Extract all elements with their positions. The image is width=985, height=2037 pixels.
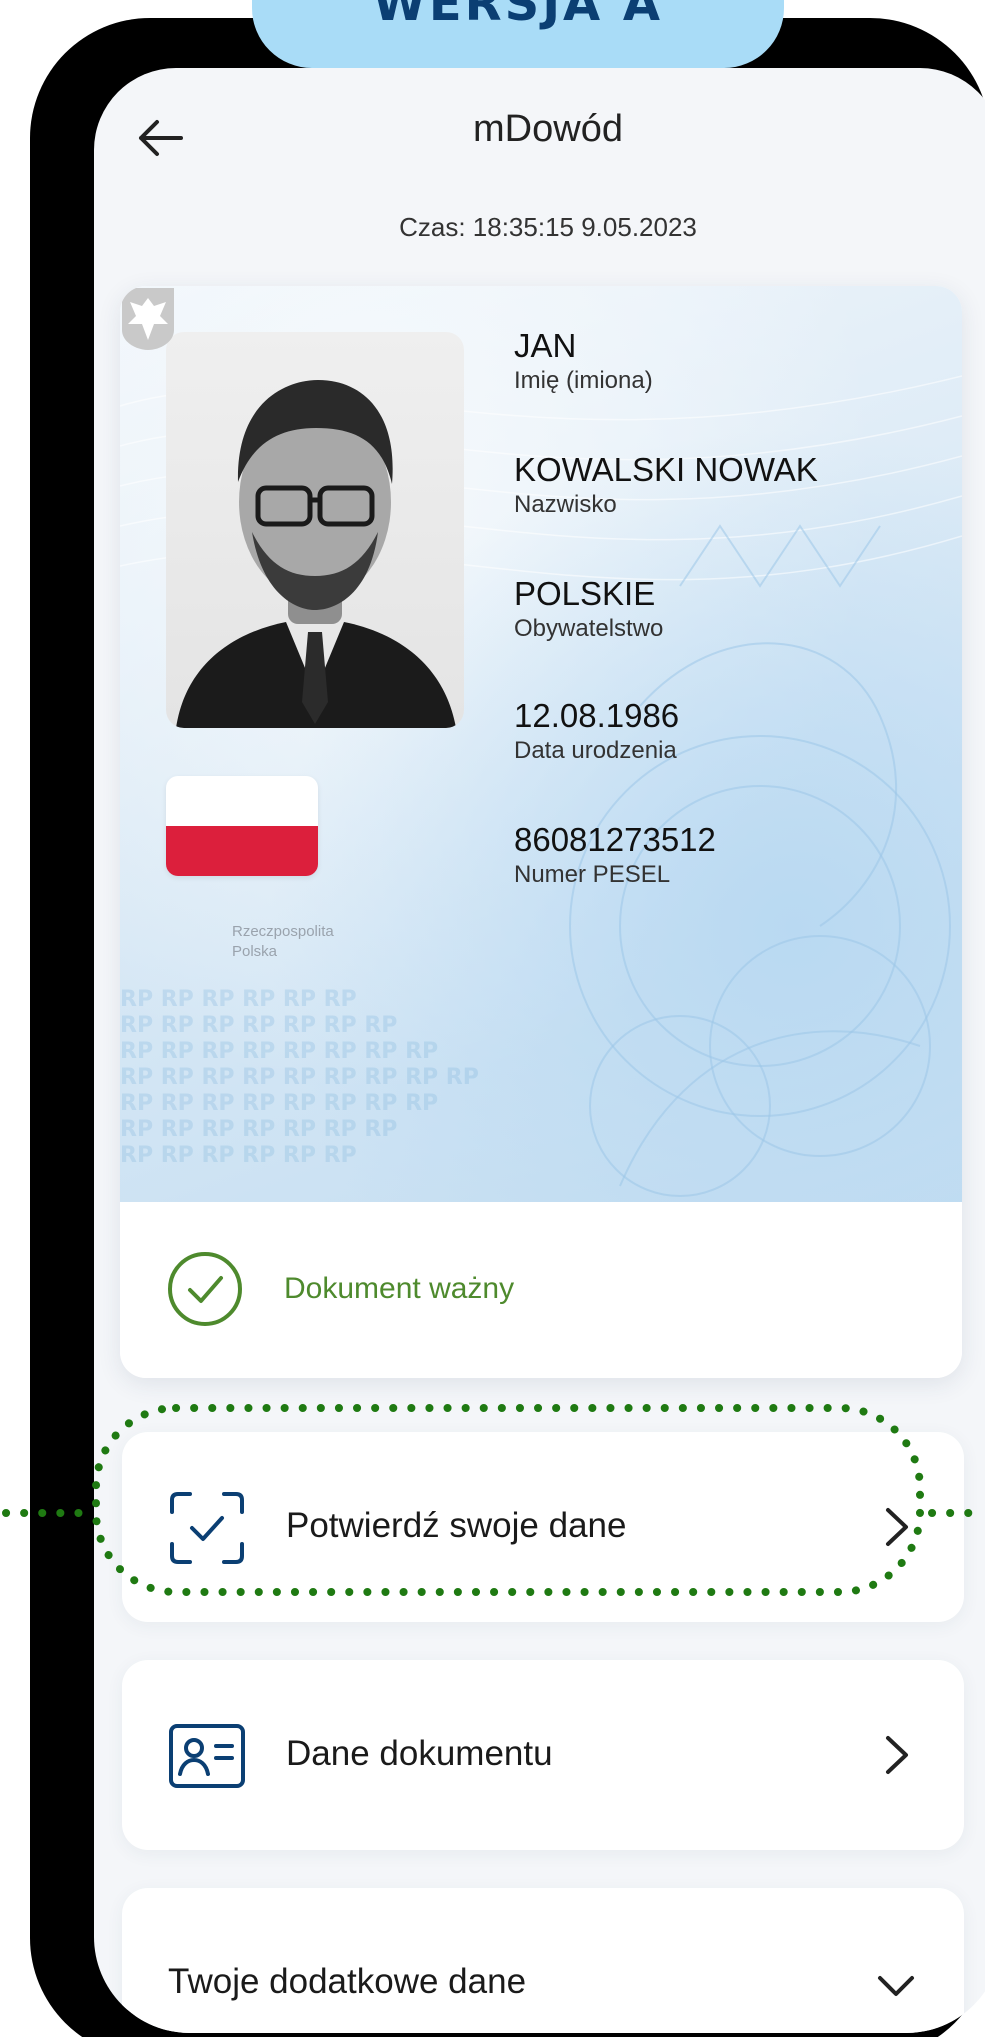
polish-flag bbox=[166, 776, 318, 876]
svg-text:RP RP RP RP RP RP RP RP: RP RP RP RP RP RP RP RP bbox=[120, 1091, 438, 1116]
version-label: WERSJA A bbox=[372, 0, 664, 32]
highlight-connector-right bbox=[928, 1509, 985, 1517]
field-label: Data urodzenia bbox=[514, 737, 677, 764]
phone-frame: mDowód Czas: 18:35:15 9.05.2023 RP RP RP… bbox=[30, 18, 985, 2037]
tile-label: Dane dokumentu bbox=[286, 1734, 553, 1773]
field-label: Obywatelstwo bbox=[514, 615, 664, 642]
svg-text:RP RP RP RP RP RP RP RP: RP RP RP RP RP RP RP RP bbox=[120, 1039, 438, 1064]
chevron-right-icon bbox=[886, 1508, 908, 1546]
svg-text:RP RP RP RP RP RP RP RP RP: RP RP RP RP RP RP RP RP RP bbox=[120, 1065, 479, 1090]
card-background: RP RP RP RP RP RP RP RP RP RP RP RP RP R… bbox=[120, 286, 962, 1202]
chevron-right-icon bbox=[886, 1736, 908, 1774]
field-first-name: JAN Imię (imiona) bbox=[514, 326, 653, 396]
id-card: RP RP RP RP RP RP RP RP RP RP RP RP RP R… bbox=[120, 286, 962, 1378]
flag-red-stripe bbox=[166, 826, 318, 876]
field-label: Imię (imiona) bbox=[514, 367, 653, 394]
field-surname: KOWALSKI NOWAK Nazwisko bbox=[514, 450, 818, 520]
timestamp: Czas: 18:35:15 9.05.2023 bbox=[399, 212, 697, 242]
highlight-connector-left bbox=[2, 1509, 90, 1517]
field-label: Numer PESEL bbox=[514, 861, 671, 888]
page: mDowód Czas: 18:35:15 9.05.2023 RP RP RP… bbox=[0, 0, 985, 2037]
emblem-caption-line-2: Polska bbox=[232, 943, 278, 960]
flag-white-stripe bbox=[166, 776, 318, 826]
tile-label: Twoje dodatkowe dane bbox=[168, 1962, 527, 2001]
tile-label: Potwierdź swoje dane bbox=[286, 1506, 627, 1545]
check-circle-icon bbox=[168, 1252, 242, 1326]
emblem-caption-line-1: Rzeczpospolita bbox=[232, 923, 334, 940]
field-label: Nazwisko bbox=[514, 491, 617, 518]
document-data-button[interactable]: Dane dokumentu bbox=[122, 1660, 964, 1850]
emblem-caption: Rzeczpospolita Polska bbox=[232, 922, 334, 962]
field-citizenship: POLSKIE Obywatelstwo bbox=[514, 574, 663, 644]
svg-text:RP RP RP RP RP RP: RP RP RP RP RP RP bbox=[120, 987, 357, 1012]
svg-text:RP RP RP RP RP RP RP: RP RP RP RP RP RP RP bbox=[120, 1013, 397, 1038]
scan-check-icon bbox=[170, 1492, 244, 1564]
chevron-down-icon bbox=[878, 1976, 914, 1996]
additional-data-expander[interactable]: Twoje dodatkowe dane bbox=[122, 1888, 964, 2033]
app-screen: mDowód Czas: 18:35:15 9.05.2023 RP RP RP… bbox=[94, 68, 985, 2033]
version-tab: WERSJA A bbox=[252, 0, 784, 68]
confirm-data-button[interactable]: Potwierdź swoje dane bbox=[122, 1432, 964, 1622]
field-value: KOWALSKI NOWAK bbox=[514, 451, 818, 488]
svg-text:RP RP RP RP RP RP: RP RP RP RP RP RP bbox=[120, 1143, 357, 1168]
eagle-emblem-icon bbox=[122, 288, 174, 350]
field-value: POLSKIE bbox=[514, 575, 656, 612]
field-value: 12.08.1986 bbox=[514, 697, 680, 734]
holder-photo bbox=[166, 332, 464, 728]
id-card-icon bbox=[169, 1724, 245, 1788]
field-pesel: 86081273512 Numer PESEL bbox=[514, 820, 716, 890]
field-birth-date: 12.08.1986 Data urodzenia bbox=[514, 696, 679, 766]
field-value: JAN bbox=[514, 327, 577, 364]
page-title: mDowód bbox=[473, 108, 623, 150]
person-portrait-icon bbox=[176, 380, 456, 728]
document-status: Dokument ważny bbox=[120, 1202, 962, 1378]
field-value: 86081273512 bbox=[514, 821, 716, 858]
status-text: Dokument ważny bbox=[284, 1272, 515, 1305]
svg-text:RP RP RP RP RP RP RP: RP RP RP RP RP RP RP bbox=[120, 1117, 397, 1142]
